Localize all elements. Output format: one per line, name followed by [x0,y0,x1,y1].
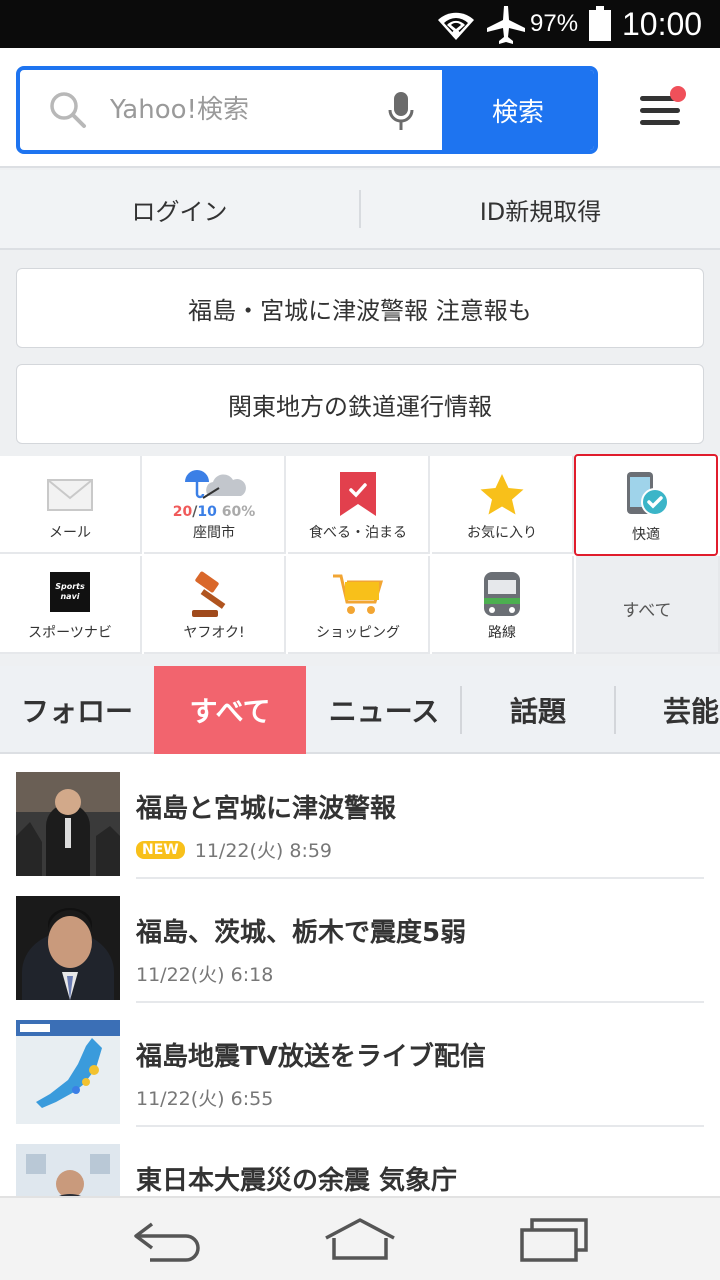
weather-temperature: 20/10 60% [172,504,256,520]
service-label: 快適 [632,527,660,543]
bookmark-icon [340,472,376,516]
search-button[interactable]: 検索 [442,70,594,150]
service-label: 座間市 [193,525,235,541]
railway-notice[interactable]: 関東地方の鉄道運行情報 [16,364,704,444]
sports-navi-logo: Sports navi [50,572,90,612]
service-gourmet[interactable]: 食べる・泊まる [288,456,430,554]
navigation-bar [0,1196,720,1280]
news-title: 福島、茨城、栃木で震度5弱 [136,918,467,948]
tsunami-notice[interactable]: 福島・宮城に津波警報 注意報も [16,268,704,348]
tab-news[interactable]: ニュース [308,666,460,754]
service-favorites[interactable]: お気に入り [432,456,574,554]
news-time: 11/22(火) 6:18 [136,964,274,986]
train-icon [484,572,520,616]
news-item[interactable]: 福島地震TV放送をライブ配信 11/22(火) 6:55 [0,1002,720,1127]
service-mail[interactable]: メール [0,456,142,554]
notification-dot [670,86,686,102]
clock: 10:00 [622,6,703,42]
new-badge: NEW [136,840,185,859]
tab-follow[interactable]: フォロー [0,666,154,754]
airplane-icon [487,6,525,44]
weather-icon [185,470,246,499]
news-meta: 11/22(火) 6:55 [136,1084,273,1111]
battery-percent: 97% [530,10,579,37]
service-auction[interactable]: ヤフオク! [144,556,286,654]
service-label: すべて [622,601,672,621]
service-label: ショッピング [316,625,400,641]
search-input[interactable] [110,84,380,136]
news-title: 東日本大震災の余震 気象庁 [136,1166,458,1196]
recent-apps-icon[interactable] [518,1214,590,1266]
phone-check-icon [627,472,669,516]
news-thumbnail [16,896,120,1000]
service-label: スポーツナビ [28,625,112,641]
status-bar: 97% 10:00 [0,0,720,48]
service-weather[interactable]: 20/10 60% 座間市 [144,456,286,554]
news-meta: 11/22(火) 6:18 [136,960,273,987]
mail-icon [47,479,93,511]
tab-entertainment[interactable]: 芸能 [616,666,720,754]
menu-button[interactable] [634,86,686,136]
battery-icon [589,6,611,41]
news-title: 福島地震TV放送をライブ配信 [136,1042,486,1072]
service-comfort[interactable]: 快適 [574,454,718,556]
news-thumbnail [16,772,120,876]
service-all[interactable]: すべて [576,556,720,654]
service-label: 食べる・泊まる [309,525,407,541]
service-label: お気に入り [467,525,537,541]
service-label: ヤフオク! [183,625,245,641]
service-label: 路線 [488,625,516,641]
service-route[interactable]: 路線 [432,556,574,654]
microphone-icon[interactable] [386,90,416,134]
home-icon[interactable] [322,1214,398,1266]
login-link[interactable]: ログイン [0,170,359,248]
service-sports[interactable]: Sports navi スポーツナビ [0,556,142,654]
news-item[interactable]: 東日本大震災の余震 気象庁 [0,1126,720,1196]
search-header: 検索 [0,48,720,168]
news-meta: NEW 11/22(火) 8:59 [136,836,332,863]
wifi-icon [438,12,474,40]
search-box: 検索 [16,66,598,154]
tab-topics[interactable]: 話題 [462,666,614,754]
news-time: 11/22(火) 6:55 [136,1088,274,1110]
register-link[interactable]: ID新規取得 [361,170,720,248]
news-item[interactable]: 福島と宮城に津波警報 NEW 11/22(火) 8:59 [0,754,720,879]
news-thumbnail [16,1144,120,1196]
category-tabs: フォロー すべて ニュース 話題 芸能 [0,666,720,754]
service-grid: メール 20/10 60% 座間市 食べる・泊まる お気に入り 快適 Sport… [0,454,720,654]
news-time: 11/22(火) 8:59 [194,840,333,862]
news-list: 福島と宮城に津波警報 NEW 11/22(火) 8:59 福島、茨城、栃木で震度… [0,754,720,1196]
service-label: メール [49,525,91,541]
back-icon[interactable] [130,1214,204,1266]
service-shopping[interactable]: ショッピング [288,556,430,654]
tab-all[interactable]: すべて [154,666,306,754]
search-icon [50,92,86,128]
login-bar: ログイン ID新規取得 [0,170,720,250]
star-icon [480,474,524,515]
cart-icon [333,574,384,614]
news-item[interactable]: 福島、茨城、栃木で震度5弱 11/22(火) 6:18 [0,878,720,1003]
news-title: 福島と宮城に津波警報 [136,794,397,824]
gavel-icon [192,571,226,617]
news-thumbnail [16,1020,120,1124]
